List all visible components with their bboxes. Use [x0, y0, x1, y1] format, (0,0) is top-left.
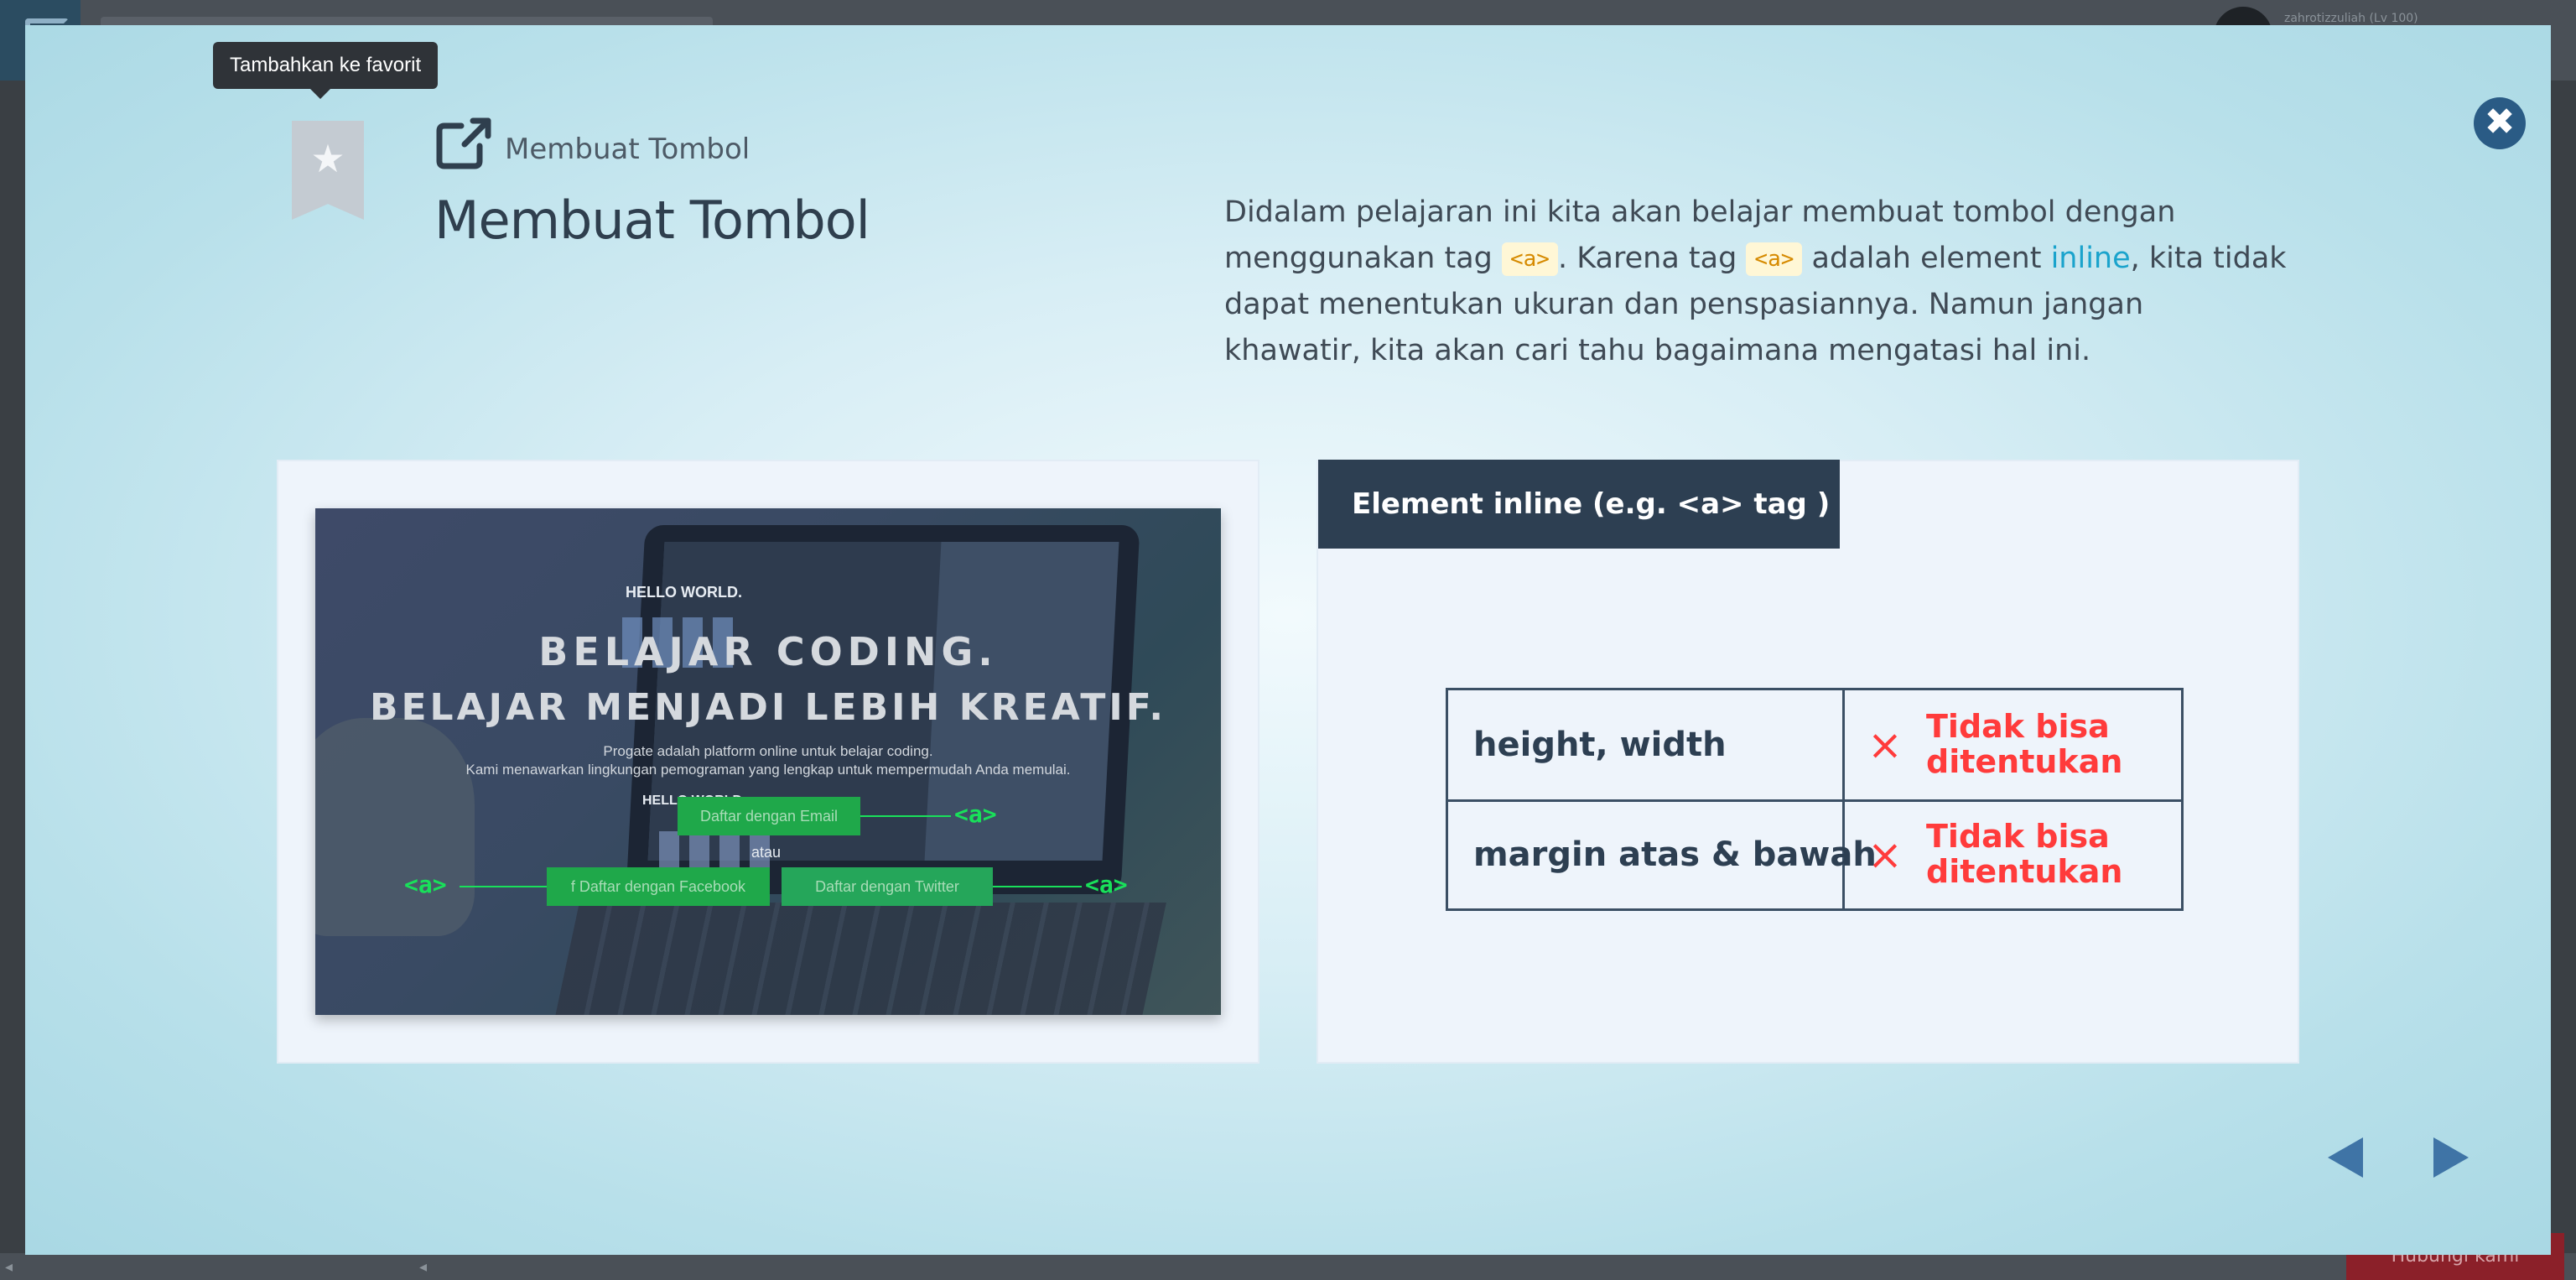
screenshot-heading-2: BELAJAR MENJADI LEBIH KREATIF.: [369, 686, 1167, 729]
next-slide-button[interactable]: [2433, 1137, 2469, 1178]
star-icon: ★: [310, 136, 345, 181]
screenshot-text-1: Progate adalah platform online untuk bel…: [603, 743, 933, 759]
favorite-tooltip: Tambahkan ke favorit: [213, 42, 439, 99]
inline-link[interactable]: inline: [2051, 242, 2131, 275]
close-icon: ✖: [2484, 101, 2516, 143]
screenshot-facebook-button: f Daftar dengan Facebook: [547, 867, 770, 906]
description-text: adalah element: [1802, 242, 2051, 275]
slide-description: Didalam pelajaran ini kita akan belajar …: [1224, 190, 2289, 374]
screenshot-email-button: Daftar dengan Email: [678, 797, 860, 835]
table-row: height, width × Tidak bisa ditentukan: [1448, 690, 2181, 802]
table-row: margin atas & bawah × Tidak bisa ditentu…: [1448, 800, 2181, 909]
background-bottombar: [0, 1253, 2576, 1280]
connector-line: [993, 886, 1082, 887]
screenshot-twitter-button: Daftar dengan Twitter: [782, 867, 993, 906]
screenshot-text-2: Kami menawarkan lingkungan pemograman ya…: [465, 762, 1071, 778]
property-status: Tidak bisa ditentukan: [1926, 708, 2123, 780]
cross-icon: ×: [1867, 721, 1903, 769]
cross-icon: ×: [1867, 830, 1903, 879]
keyboard-shape: [554, 903, 1166, 1015]
property-name: height, width: [1473, 726, 1727, 764]
connector-line: [460, 886, 547, 887]
property-status: Tidak bisa ditentukan: [1926, 818, 2123, 890]
a-tag-label: <a>: [954, 800, 997, 828]
description-text: . Karena tag: [1557, 242, 1747, 275]
slide-title: Membuat Tombol: [434, 190, 870, 251]
bookmark-button[interactable]: ★: [292, 121, 364, 220]
slide-modal: Tambahkan ke favorit ★ Membuat Tombol Me…: [25, 25, 2551, 1255]
screenshot-heading-1: BELAJAR CODING.: [538, 629, 998, 674]
preview-hello-text: HELLO WORLD.: [626, 584, 742, 601]
inline-element-card: Element inline (e.g. <a> tag ) height, w…: [1318, 460, 2298, 1062]
a-tag-label: <a>: [1085, 871, 1128, 898]
connector-line: [860, 815, 951, 817]
screenshot-or-text: atau: [751, 844, 782, 861]
scroll-left-icon-2: ◂: [419, 1258, 428, 1276]
external-link-icon: [436, 117, 491, 169]
property-name: margin atas & bawah: [1473, 835, 1877, 874]
lesson-subtitle: Membuat Tombol: [505, 133, 750, 166]
code-tag-a: <a>: [1746, 242, 1803, 276]
property-table: height, width × Tidak bisa ditentukan ma…: [1446, 688, 2184, 911]
user-label: zahrotizzuliah (Lv 100): [2284, 12, 2418, 25]
illustration-card: HELLO WORLD. HELLO WORLD. BELAJAR CODING…: [278, 461, 1258, 1062]
scroll-left-icon: ◂: [5, 1258, 13, 1276]
prev-slide-button[interactable]: [2328, 1137, 2363, 1178]
a-tag-label: <a>: [404, 871, 447, 898]
close-button[interactable]: ✖: [2474, 97, 2526, 149]
card-header: Element inline (e.g. <a> tag ): [1318, 460, 1840, 549]
example-screenshot: HELLO WORLD. HELLO WORLD. BELAJAR CODING…: [315, 508, 1221, 1015]
code-tag-a: <a>: [1501, 242, 1558, 276]
